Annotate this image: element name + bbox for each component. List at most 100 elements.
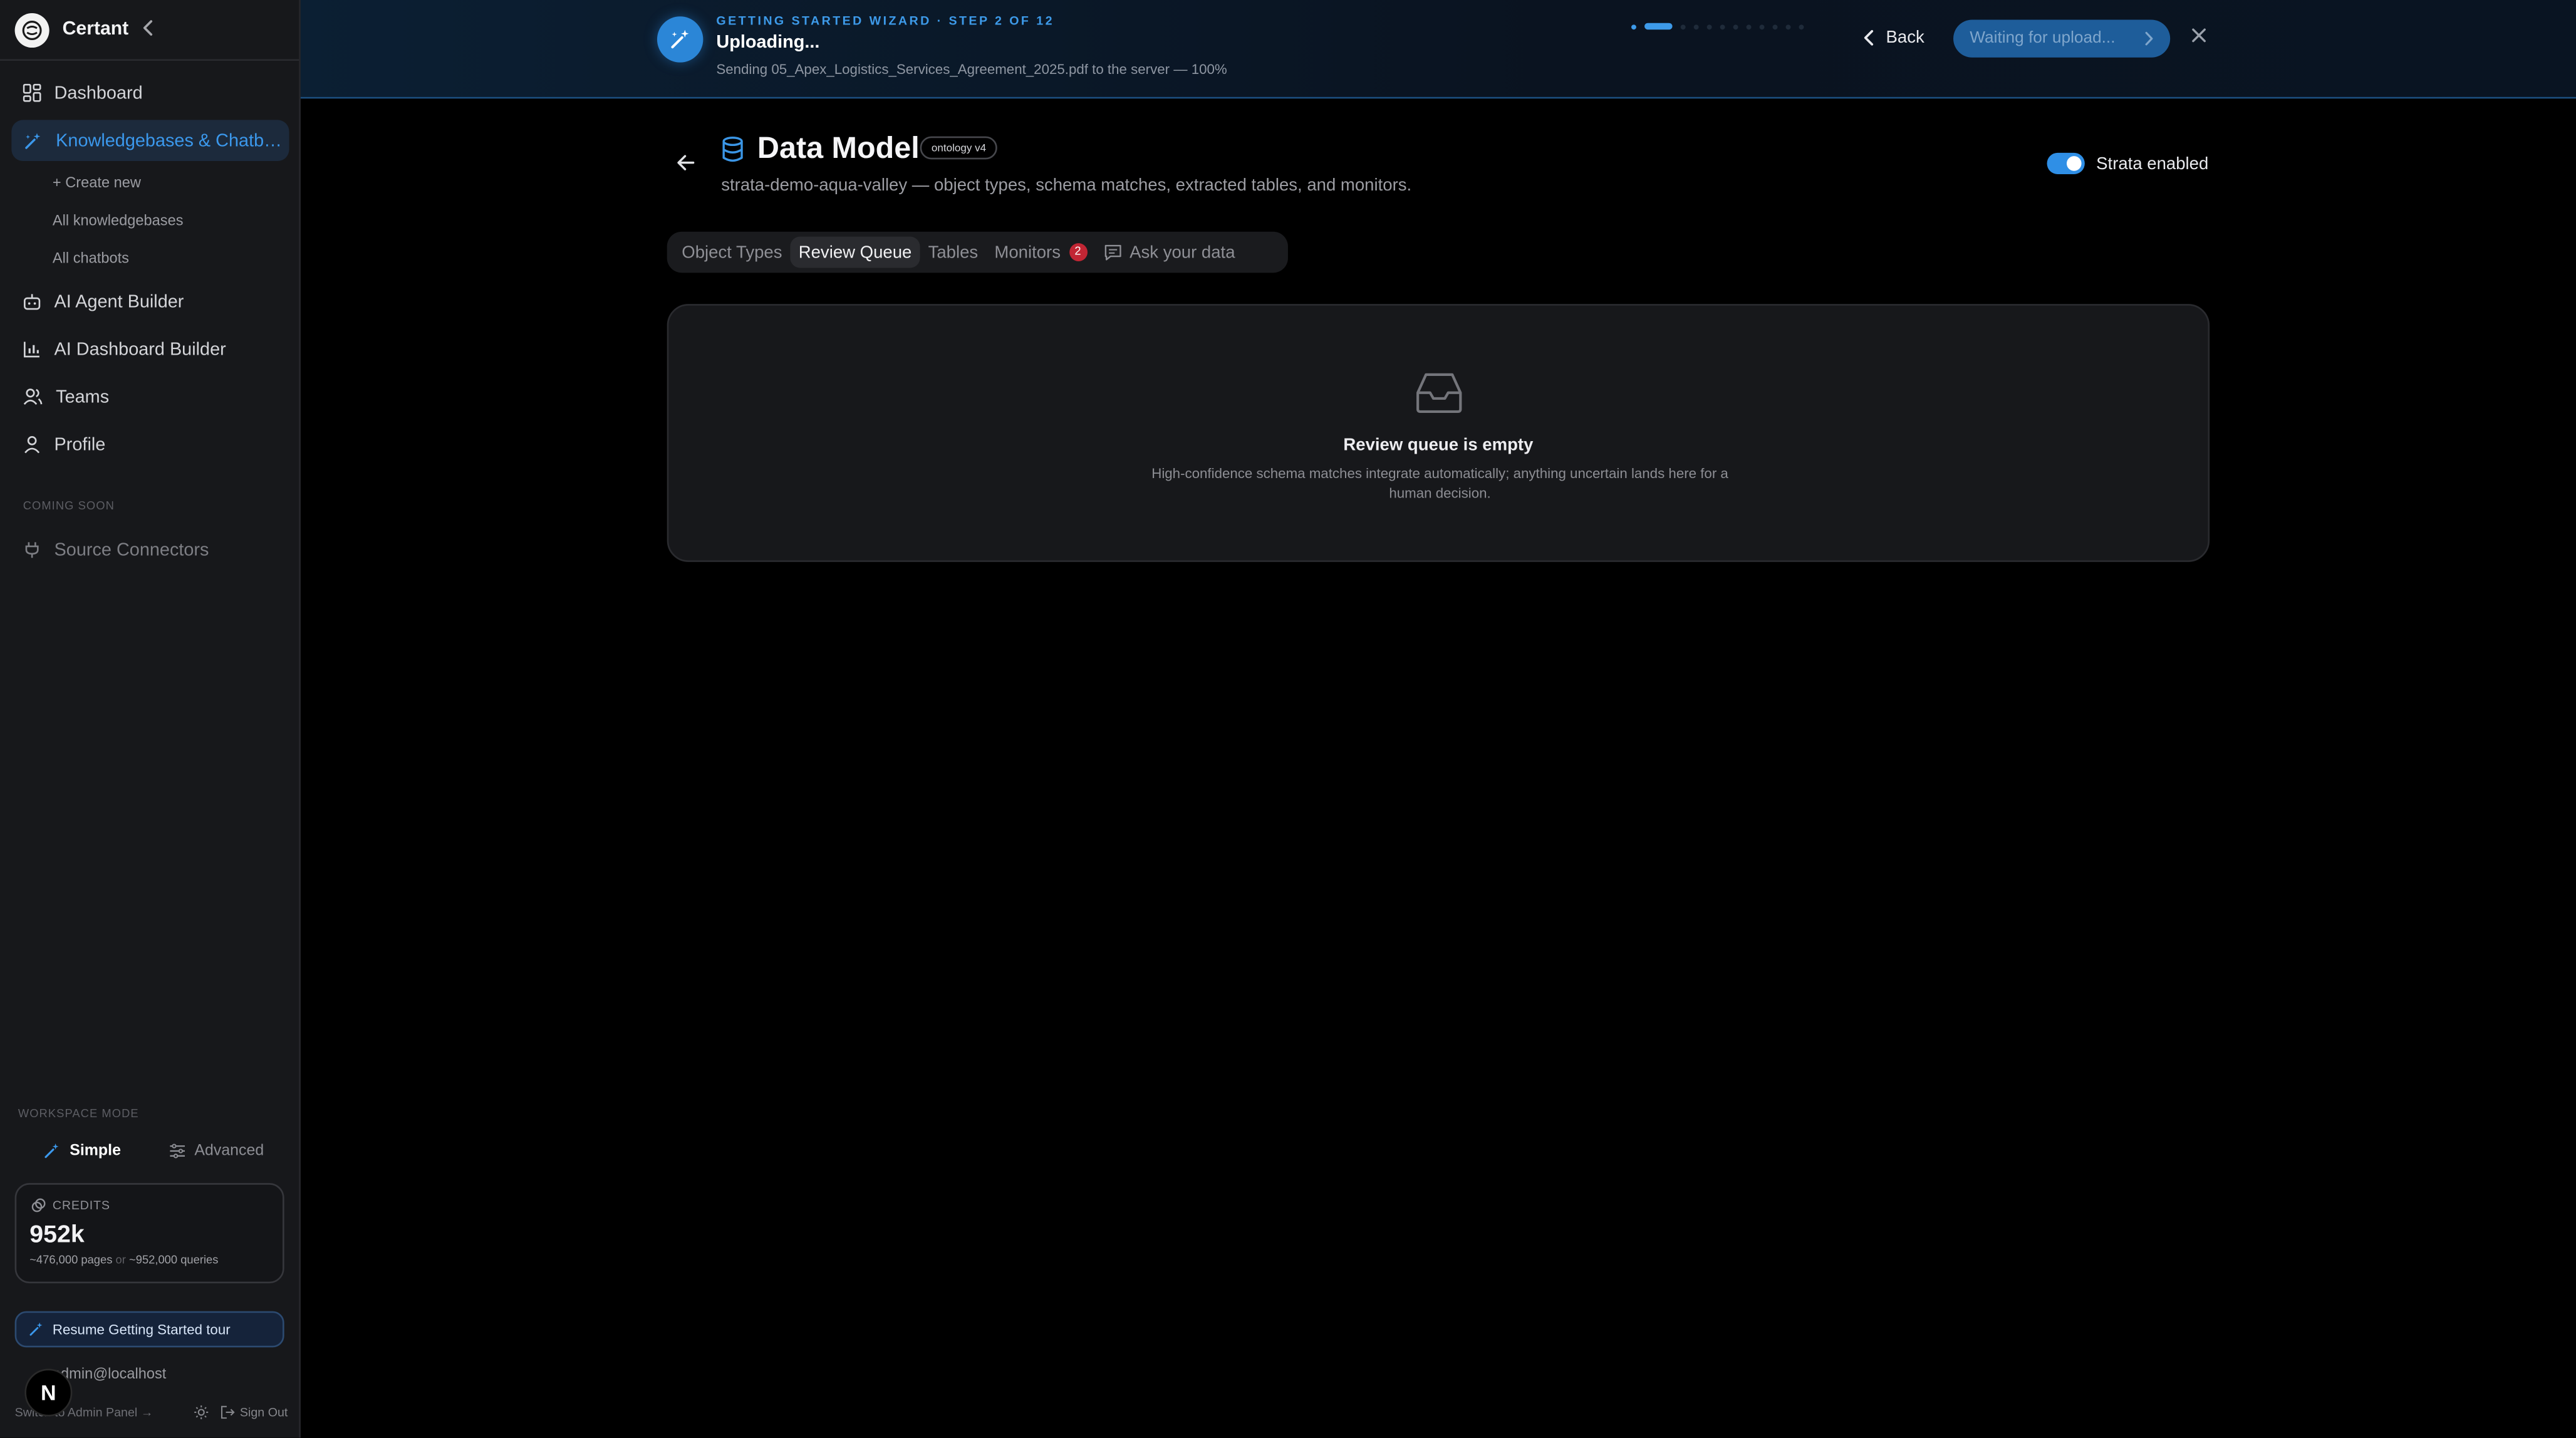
mode-simple-button[interactable]: Simple [15,1132,150,1169]
sparkles-icon [25,132,41,148]
progress-dot [1706,24,1712,29]
sub-create-new[interactable]: + Create new [53,174,141,190]
bot-icon [24,294,41,310]
wizard-close-icon[interactable] [2191,28,2206,43]
chevron-left-icon [1864,29,1874,46]
mode-simple-label: Simple [70,1141,121,1160]
dashboard-icon [23,83,41,102]
workspace-mode-label: WORKSPACE MODE [18,1109,139,1121]
nav-source-connectors[interactable]: Source Connectors [11,529,289,570]
tab-label: Monitors [994,242,1061,263]
sidebar-divider [0,59,299,61]
empty-state-description: High-confidence schema matches integrate… [1151,465,1728,501]
nav-teams[interactable]: Teams [11,377,289,418]
coming-soon-label: COMING SOON [23,501,115,513]
wizard-step-label: GETTING STARTED WIZARD · STEP 2 OF 12 [716,13,1054,28]
tab-label: Object Types [682,242,782,263]
wizard-back-button[interactable]: Back [1863,21,1924,54]
credits-label: CREDITS [52,1197,110,1213]
tab-monitors[interactable]: Monitors 2 [986,237,1095,268]
credits-value: 952k [29,1221,85,1249]
credits-queries: ~952,000 queries [129,1255,219,1267]
sub-all-chatbots[interactable]: All chatbots [53,250,129,266]
credits-pages: ~476,000 pages [29,1255,113,1267]
sliders-icon [170,1143,185,1158]
credits-header: CREDITS [31,1197,110,1213]
next-label: Waiting for upload... [1970,29,2116,48]
wizard-banner [300,0,2576,99]
progress-dot [1785,24,1791,29]
nav-ai-agent-builder[interactable]: AI Agent Builder [11,281,289,322]
sub-all-knowledgebases[interactable]: All knowledgebases [53,212,184,228]
message-square-icon [1104,244,1121,261]
sidebar: Certant Dashboard Knowledgebases & Chatb… [0,0,301,1438]
progress-dot [1631,24,1636,29]
back-arrow-icon[interactable] [677,155,695,171]
tab-review-queue[interactable]: Review Queue [790,236,920,268]
mode-advanced-button[interactable]: Advanced [150,1132,284,1169]
tab-tables[interactable]: Tables [920,237,986,268]
tab-label: Tables [928,242,979,263]
nav-ai-dashboard-builder[interactable]: AI Dashboard Builder [11,328,289,370]
progress-dot [1733,24,1738,29]
collapse-sidebar-icon[interactable] [142,19,155,36]
inbox-icon [1415,372,1464,414]
credits-detail: ~476,000 pages or ~952,000 queries [29,1256,218,1267]
nav-dashboard[interactable]: Dashboard [11,72,289,113]
review-queue-panel: Review queue is empty High-confidence sc… [667,304,2210,562]
monitors-count-badge: 2 [1069,243,1087,261]
tab-label: Ask your data [1130,242,1235,263]
wizard-icon [657,16,704,63]
sun-icon[interactable] [194,1405,209,1420]
bar-chart-icon [24,341,39,358]
nav-profile[interactable]: Profile [11,424,289,466]
empty-state-title: Review queue is empty [1343,435,1534,456]
nav-label: Knowledgebases & Chatbots [56,130,283,150]
nav-label: AI Agent Builder [54,291,184,311]
tab-label: Review Queue [798,242,912,263]
dev-indicator-badge[interactable]: N [24,1368,73,1417]
wand-icon [45,1142,60,1157]
strata-toggle[interactable]: Strata enabled [2047,152,2209,174]
nav-label: Source Connectors [54,539,209,560]
nav-label: Profile [54,434,106,455]
progress-dot [1680,24,1686,29]
nav-label: AI Dashboard Builder [54,339,226,359]
sign-out-label: Sign Out [239,1405,288,1420]
mode-advanced-label: Advanced [194,1141,264,1160]
tab-ask-your-data[interactable]: Ask your data [1095,237,1244,268]
wizard-description: Sending 05_Apex_Logistics_Services_Agree… [716,61,1227,78]
users-icon [23,388,43,405]
wizard-progress-dots [1631,23,1804,30]
sign-out-button[interactable]: Sign Out [220,1405,288,1420]
progress-dot [1720,24,1725,29]
tab-object-types[interactable]: Object Types [673,237,790,268]
progress-dot [1693,24,1699,29]
nav-label: Teams [56,387,110,407]
progress-dot [1772,24,1778,29]
credits-card: CREDITS 952k ~476,000 pages or ~952,000 … [14,1183,284,1284]
user-email: admin@localhost [52,1365,167,1382]
progress-dot [1799,24,1804,29]
sidebar-footer-actions: Sign Out [194,1405,288,1420]
progress-dot [1759,24,1765,29]
wizard-next-button[interactable]: Waiting for upload... [1953,19,2171,58]
wand-icon [29,1322,43,1336]
plug-icon [25,542,39,558]
certant-logo [14,12,49,47]
page-subtitle: strata-demo-aqua-valley — object types, … [721,175,1412,196]
user-icon [24,435,40,454]
wand-icon [671,29,689,49]
resume-tour-label: Resume Getting Started tour [52,1321,231,1338]
resume-tour-button[interactable]: Resume Getting Started tour [14,1311,284,1348]
toggle-switch[interactable] [2047,152,2085,174]
nav-knowledgebases[interactable]: Knowledgebases & Chatbots [11,120,289,161]
back-label: Back [1886,28,1924,48]
logout-icon [221,1405,235,1419]
database-icon [721,137,744,163]
page-title: Data Model [757,130,920,165]
brand[interactable]: Certant [14,11,129,48]
strata-label: Strata enabled [2096,154,2209,174]
ontology-version-badge: ontology v4 [920,136,998,160]
brand-name: Certant [62,19,129,39]
